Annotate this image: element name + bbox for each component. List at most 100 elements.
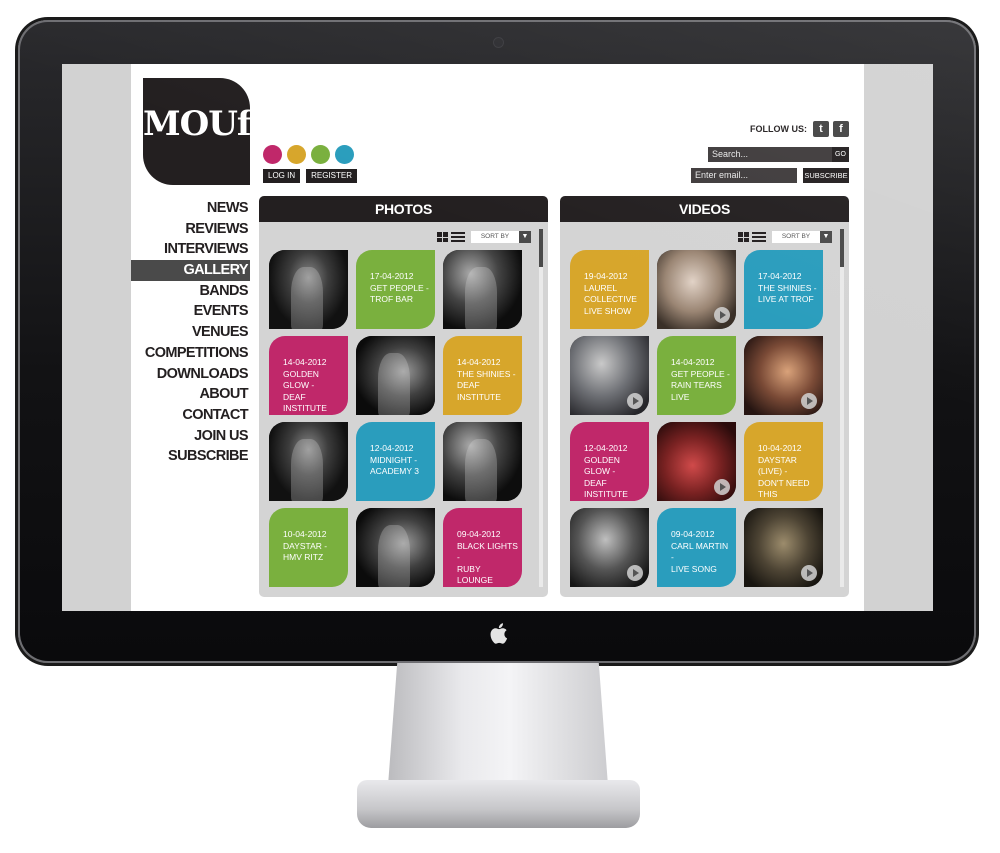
list-view-icon[interactable] (752, 232, 766, 242)
tile-caption-line: LIVE SONG (671, 563, 717, 574)
tile-caption-line: DAYSTAR (LIVE) - (758, 454, 797, 477)
twitter-icon[interactable]: t (813, 121, 829, 137)
tile-caption-line: COLLECTIVE (584, 294, 637, 304)
videos-scrollbar[interactable] (840, 229, 844, 587)
nav-item-subscribe[interactable]: SUBSCRIBE (131, 446, 250, 467)
grid-view-icon[interactable] (437, 232, 448, 242)
photos-caption-tile[interactable]: 17-04-2012 GET PEOPLE - TROF BAR (356, 250, 435, 329)
photo-thumbnail[interactable] (443, 422, 522, 501)
photo-thumbnail[interactable] (269, 422, 348, 501)
chevron-down-icon: ▼ (519, 231, 531, 243)
facebook-icon[interactable]: f (833, 121, 849, 137)
search-bar: Search... GO (708, 147, 849, 162)
photos-caption-tile[interactable]: 10-04-2012 DAYSTAR - HMV RITZ (269, 508, 348, 587)
videos-caption-tile[interactable]: 17-04-2012 THE SHINIES - LIVE AT TROF (744, 250, 823, 329)
videos-caption-tile[interactable]: 10-04-2012 DAYSTAR (LIVE) - DON'T NEED THI… (744, 422, 823, 501)
color-dot[interactable] (287, 145, 306, 164)
video-thumbnail[interactable] (657, 250, 736, 329)
videos-tools: SORT BY ▼ (738, 231, 832, 243)
nav-item-interviews[interactable]: INTERVIEWS (131, 239, 250, 260)
color-dot[interactable] (263, 145, 282, 164)
photo-figure (291, 439, 323, 501)
grid-view-icon[interactable] (738, 232, 749, 242)
theme-color-dots (263, 145, 354, 164)
search-go-button[interactable]: GO (832, 147, 849, 162)
sort-label: SORT BY (781, 233, 811, 240)
videos-title: VIDEOS (560, 196, 849, 222)
nav-item-reviews[interactable]: REVIEWS (131, 219, 250, 240)
play-icon[interactable] (714, 307, 730, 323)
subscribe-button[interactable]: SUBSCRIBE (803, 168, 849, 183)
photo-thumbnail[interactable] (356, 336, 435, 415)
video-thumbnail[interactable] (570, 336, 649, 415)
nav-item-contact[interactable]: CONTACT (131, 405, 250, 426)
play-icon[interactable] (627, 565, 643, 581)
scroll-thumb[interactable] (840, 229, 844, 267)
play-icon[interactable] (801, 565, 817, 581)
scroll-thumb[interactable] (539, 229, 543, 267)
photos-caption-tile[interactable]: 12-04-2012 MIDNIGHT - ACADEMY 3 (356, 422, 435, 501)
search-input[interactable]: Search... (708, 147, 832, 162)
photos-panel: PHOTOS SORT BY ▼ 17-04-2012 GET PEOPLE -T… (259, 196, 548, 597)
auth-buttons: LOG IN REGISTER (263, 169, 358, 183)
register-button[interactable]: REGISTER (306, 169, 358, 183)
play-icon[interactable] (801, 393, 817, 409)
tile-caption-line: 17-04-2012 (758, 271, 802, 281)
photos-caption-tile[interactable]: 14-04-2012 THE SHINIES - DEAF INSTITUTE (443, 336, 522, 415)
color-dot[interactable] (335, 145, 354, 164)
email-field[interactable]: Enter email... (691, 168, 797, 183)
login-button[interactable]: LOG IN (263, 169, 301, 183)
nav-item-bands[interactable]: BANDS (131, 281, 250, 302)
videos-caption-tile[interactable]: 12-04-2012 GOLDEN GLOW - DEAF INSTITUTE (570, 422, 649, 501)
nav-item-events[interactable]: EVENTS (131, 301, 250, 322)
main-nav: NEWS REVIEWS INTERVIEWS GALLERY BANDS EVENTS V… (131, 198, 250, 467)
videos-caption-tile[interactable]: 14-04-2012 GET PEOPLE - RAIN TEARS LIVE (657, 336, 736, 415)
sort-label: SORT BY (480, 233, 510, 240)
tile-caption-line: DON'T NEED THIS (758, 477, 810, 500)
video-thumbnail[interactable] (744, 508, 823, 587)
follow-label: FOLLOW US: (750, 124, 807, 134)
photos-sort-dropdown[interactable]: SORT BY ▼ (471, 231, 531, 243)
tile-caption-line: 09-04-2012 (457, 529, 501, 539)
tile-caption-line: CARL MARTIN - (671, 540, 729, 563)
nav-item-about[interactable]: ABOUT (131, 384, 250, 405)
photo-thumbnail[interactable] (443, 250, 522, 329)
web-page: MOUf LOG IN REGISTER FOLLOW US: t f Sear… (131, 64, 864, 611)
play-icon[interactable] (627, 393, 643, 409)
photo-figure (378, 353, 410, 415)
videos-caption-tile[interactable]: 09-04-2012 CARL MARTIN - LIVE SONG (657, 508, 736, 587)
tile-caption-line: LAUREL (584, 282, 618, 293)
photos-caption-tile[interactable]: 14-04-2012 GOLDEN GLOW - DEAF INSTITUTE (269, 336, 348, 415)
photos-scrollbar[interactable] (539, 229, 543, 587)
tile-caption-line: DEAF INSTITUTE (283, 391, 327, 414)
list-view-icon[interactable] (451, 232, 465, 242)
site-logo[interactable]: MOUf (143, 78, 252, 185)
videos-caption-tile[interactable]: 19-04-2012 LAUREL COLLECTIVE LIVE SHOW (570, 250, 649, 329)
photo-thumbnail[interactable] (269, 250, 348, 329)
video-thumbnail[interactable] (744, 336, 823, 415)
nav-item-gallery[interactable]: GALLERY (131, 260, 250, 281)
nav-item-downloads[interactable]: DOWNLOADS (131, 364, 250, 385)
apple-logo-icon (487, 622, 509, 646)
color-dot[interactable] (311, 145, 330, 164)
follow-us: FOLLOW US: t f (750, 121, 849, 137)
nav-item-competitions[interactable]: COMPETITIONS (131, 343, 250, 364)
tile-caption-line: 10-04-2012 (283, 529, 327, 539)
nav-item-news[interactable]: NEWS (131, 198, 250, 219)
tile-caption-line: ACADEMY 3 (370, 466, 419, 476)
tile-caption-line: LIVE SHOW (584, 305, 632, 316)
video-thumbnail[interactable] (657, 422, 736, 501)
nav-item-venues[interactable]: VENUES (131, 322, 250, 343)
tile-caption-line: 12-04-2012 (584, 443, 628, 453)
tile-caption-line: LIVE AT TROF (758, 294, 814, 304)
photos-caption-tile[interactable]: 09-04-2012 BLACK LIGHTS - RUBY LOUNGE (443, 508, 522, 587)
tile-caption-line: 14-04-2012 (671, 357, 715, 367)
nav-item-join-us[interactable]: JOIN US (131, 426, 250, 447)
video-thumbnail[interactable] (570, 508, 649, 587)
photos-grid: 17-04-2012 GET PEOPLE - TROF BAR 14-04-2012… (269, 250, 522, 587)
photo-thumbnail[interactable] (356, 508, 435, 587)
videos-sort-dropdown[interactable]: SORT BY ▼ (772, 231, 832, 243)
photo-figure (291, 267, 323, 329)
play-icon[interactable] (714, 479, 730, 495)
tile-caption-line: RAIN TEARS LIVE (671, 380, 722, 402)
